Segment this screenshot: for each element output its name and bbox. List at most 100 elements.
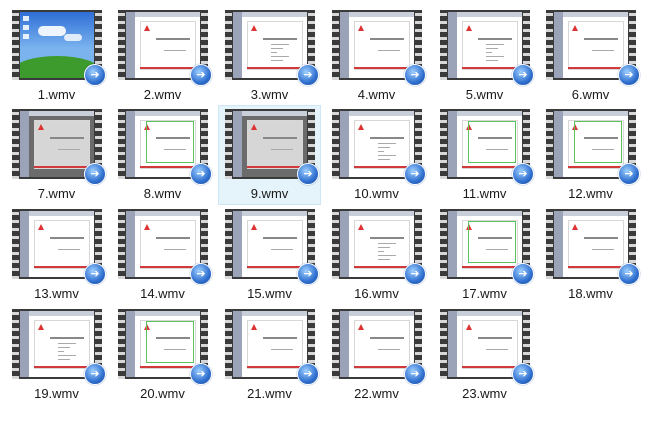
thumbnail-preview bbox=[20, 12, 94, 78]
wallpaper-cloud bbox=[38, 26, 66, 36]
play-arrow-icon: ➔ bbox=[404, 263, 426, 285]
slide-toolbar bbox=[126, 111, 200, 116]
file-name-label[interactable]: 17.wmv bbox=[434, 286, 535, 301]
play-glyph: ➔ bbox=[90, 367, 100, 380]
slide-title-line bbox=[50, 137, 84, 139]
slide-toolbar bbox=[340, 111, 414, 116]
file-item[interactable]: ➔ 19.wmv bbox=[5, 305, 108, 405]
play-arrow-icon: ➔ bbox=[404, 363, 426, 385]
play-arrow-icon: ➔ bbox=[84, 263, 106, 285]
slide-panel bbox=[233, 12, 242, 78]
slide-toolbar bbox=[233, 111, 307, 116]
file-item[interactable]: ➔ 3.wmv bbox=[218, 6, 321, 106]
thumbnail-preview bbox=[448, 211, 522, 277]
slide-title-line bbox=[370, 38, 404, 40]
file-name-label[interactable]: 5.wmv bbox=[434, 87, 535, 102]
slide-bullet-line bbox=[486, 52, 492, 53]
file-item[interactable]: ➔ 14.wmv bbox=[111, 205, 214, 305]
file-name-label[interactable]: 11.wmv bbox=[434, 186, 535, 201]
wallpaper-cloud bbox=[64, 34, 82, 41]
play-glyph: ➔ bbox=[410, 267, 420, 280]
slide-footer-bar bbox=[354, 366, 410, 368]
file-name-label[interactable]: 15.wmv bbox=[219, 286, 320, 301]
file-name-label[interactable]: 12.wmv bbox=[540, 186, 641, 201]
slide-subtitle-line bbox=[58, 249, 80, 250]
file-item[interactable]: ➔ 17.wmv bbox=[433, 205, 536, 305]
file-item[interactable]: ➔ 5.wmv bbox=[433, 6, 536, 106]
slide-title-line bbox=[50, 237, 84, 239]
slide-footer-bar bbox=[462, 266, 518, 268]
slide-panel bbox=[20, 211, 29, 277]
slide-footer-bar bbox=[354, 166, 410, 168]
file-item[interactable]: ➔ 23.wmv bbox=[433, 305, 536, 405]
slide-title-line bbox=[584, 237, 618, 239]
file-item[interactable]: ➔ 15.wmv bbox=[218, 205, 321, 305]
slide-toolbar bbox=[126, 211, 200, 216]
file-name-label[interactable]: 10.wmv bbox=[326, 186, 427, 201]
file-name-label[interactable]: 21.wmv bbox=[219, 386, 320, 401]
thumbnail-preview bbox=[233, 211, 307, 277]
file-item[interactable]: ➔ 1.wmv bbox=[5, 6, 108, 106]
slide-footer-bar bbox=[462, 366, 518, 368]
thumbnail-preview bbox=[554, 111, 628, 177]
slide-bullet-line bbox=[378, 259, 390, 260]
slide-bullet-line bbox=[378, 255, 396, 256]
file-item[interactable]: ➔ 2.wmv bbox=[111, 6, 214, 106]
thumbnail-preview bbox=[554, 211, 628, 277]
slide-selection-outline bbox=[468, 121, 516, 163]
file-name-label[interactable]: 13.wmv bbox=[6, 286, 107, 301]
slide-toolbar bbox=[448, 311, 522, 316]
slide-title-line bbox=[478, 337, 512, 339]
file-item[interactable]: ➔ 18.wmv bbox=[539, 205, 642, 305]
file-item[interactable]: ➔ 6.wmv bbox=[539, 6, 642, 106]
play-glyph: ➔ bbox=[410, 68, 420, 81]
slide-panel bbox=[340, 111, 349, 177]
file-name-label[interactable]: 1.wmv bbox=[6, 87, 107, 102]
file-item[interactable]: ➔ 21.wmv bbox=[218, 305, 321, 405]
slide-panel bbox=[126, 111, 135, 177]
file-name-label[interactable]: 4.wmv bbox=[326, 87, 427, 102]
slide-panel bbox=[554, 111, 563, 177]
file-name-label[interactable]: 22.wmv bbox=[326, 386, 427, 401]
file-name-label[interactable]: 23.wmv bbox=[434, 386, 535, 401]
file-name-label[interactable]: 6.wmv bbox=[540, 87, 641, 102]
file-item[interactable]: ➔ 7.wmv bbox=[5, 105, 108, 205]
file-item[interactable]: ➔ 10.wmv bbox=[325, 105, 428, 205]
slide-title-line bbox=[478, 38, 512, 40]
file-item[interactable]: ➔ 16.wmv bbox=[325, 205, 428, 305]
play-arrow-icon: ➔ bbox=[512, 363, 534, 385]
file-item[interactable]: ➔ 13.wmv bbox=[5, 205, 108, 305]
play-glyph: ➔ bbox=[196, 267, 206, 280]
file-name-label[interactable]: 7.wmv bbox=[6, 186, 107, 201]
file-item[interactable]: ➔ 20.wmv bbox=[111, 305, 214, 405]
slide-toolbar bbox=[448, 211, 522, 216]
slide-bullet-line bbox=[271, 44, 289, 45]
file-name-label[interactable]: 18.wmv bbox=[540, 286, 641, 301]
film-strip-perforation bbox=[225, 109, 232, 179]
file-item[interactable]: ➔ 4.wmv bbox=[325, 6, 428, 106]
slide-title-line bbox=[263, 337, 297, 339]
file-name-label[interactable]: 9.wmv bbox=[219, 186, 320, 201]
file-name-label[interactable]: 19.wmv bbox=[6, 386, 107, 401]
film-strip-perforation bbox=[118, 109, 125, 179]
slide-bullet-line bbox=[58, 343, 76, 344]
slide-footer-bar bbox=[354, 67, 410, 69]
play-glyph: ➔ bbox=[303, 267, 313, 280]
film-strip-perforation bbox=[440, 109, 447, 179]
file-name-label[interactable]: 8.wmv bbox=[112, 186, 213, 201]
file-name-label[interactable]: 2.wmv bbox=[112, 87, 213, 102]
slide-footer-bar bbox=[140, 67, 196, 69]
file-item[interactable]: ➔ 22.wmv bbox=[325, 305, 428, 405]
file-item[interactable]: ➔ 12.wmv bbox=[539, 105, 642, 205]
thumbnail-preview bbox=[340, 211, 414, 277]
file-name-label[interactable]: 20.wmv bbox=[112, 386, 213, 401]
play-glyph: ➔ bbox=[624, 267, 634, 280]
slide-toolbar bbox=[448, 12, 522, 17]
file-name-label[interactable]: 16.wmv bbox=[326, 286, 427, 301]
file-item[interactable]: ➔ 9.wmv bbox=[218, 105, 321, 205]
file-name-label[interactable]: 14.wmv bbox=[112, 286, 213, 301]
file-name-label[interactable]: 3.wmv bbox=[219, 87, 320, 102]
play-arrow-icon: ➔ bbox=[297, 163, 319, 185]
file-item[interactable]: ➔ 8.wmv bbox=[111, 105, 214, 205]
file-item[interactable]: ➔ 11.wmv bbox=[433, 105, 536, 205]
